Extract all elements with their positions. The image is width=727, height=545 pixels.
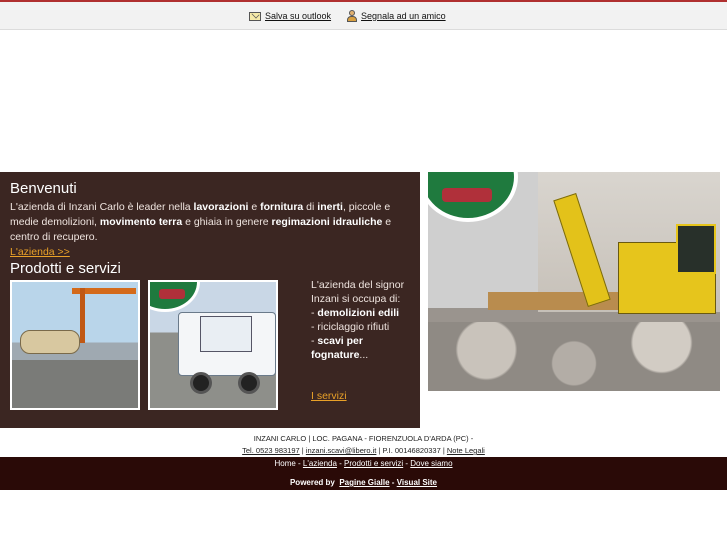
welcome-heading: Benvenuti — [10, 180, 77, 197]
top-toolbar: Salva su outlook Segnala ad un amico — [0, 0, 727, 30]
save-outlook-link[interactable]: Salva su outlook — [249, 11, 331, 21]
nav-separator: - — [295, 459, 303, 468]
powered-by: Powered by Pagine Gialle - Visual Site — [0, 478, 727, 487]
excavator-cab — [676, 224, 716, 274]
nav-products[interactable]: Prodotti e servizi — [344, 459, 403, 468]
list-item: riciclaggio rifiuti — [317, 321, 390, 333]
company-link[interactable]: L'azienda >> — [10, 246, 70, 258]
welcome-text-part: e ghiaia in genere — [182, 216, 272, 228]
welcome-text-part: di — [303, 201, 318, 213]
list-item: scavi per fognature — [311, 335, 363, 361]
truck-wheel — [190, 372, 212, 394]
person-icon — [347, 10, 358, 22]
welcome-text-part: e — [248, 201, 261, 213]
company-badge — [150, 282, 200, 312]
powered-separator: - — [389, 478, 397, 487]
welcome-text-part: L'azienda di Inzani Carlo è leader nella — [10, 201, 194, 213]
report-friend-link[interactable]: Segnala ad un amico — [347, 10, 446, 22]
list-item: demolizioni edili — [317, 307, 400, 319]
list-ellipsis: ... — [359, 349, 369, 361]
pagine-gialle-link[interactable]: Pagine Gialle — [339, 478, 389, 487]
powered-label: Powered by — [289, 478, 335, 487]
welcome-keyword: lavorazioni — [193, 201, 249, 213]
company-badge — [428, 172, 518, 222]
welcome-keyword: regimazioni idrauliche — [271, 216, 383, 228]
crane-leg — [80, 288, 85, 343]
footer-contacts: Tel. 0523 983197 | inzani.scavi@libero.i… — [0, 445, 727, 457]
vat-number: | P.I. 00146820337 | — [376, 446, 447, 455]
tank-wagon — [20, 330, 80, 354]
hero-excavator-photo — [428, 172, 720, 391]
footer-bar: Home - L'azienda - Prodotti e servizi - … — [0, 457, 727, 490]
welcome-keyword: inerti — [317, 201, 343, 213]
content-panel: Benvenuti L'azienda di Inzani Carlo è le… — [0, 172, 420, 428]
footer-nav: Home - L'azienda - Prodotti e servizi - … — [0, 457, 727, 469]
nav-separator: - — [336, 459, 345, 468]
welcome-keyword: movimento terra — [99, 216, 183, 228]
outlook-icon — [249, 11, 261, 21]
toolbar-links: Salva su outlook Segnala ad un amico — [249, 10, 446, 22]
truck-cab — [200, 316, 252, 352]
footer-info: INZANI CARLO | LOC. PAGANA - FIORENZUOLA… — [0, 433, 727, 457]
legal-notes-link[interactable]: Note Legali — [447, 446, 485, 455]
footer-address: INZANI CARLO | LOC. PAGANA - FIORENZUOLA… — [253, 434, 474, 443]
company-logo — [159, 289, 185, 299]
email-link[interactable]: inzani.scavi@libero.it — [306, 446, 377, 455]
welcome-text: L'azienda di Inzani Carlo è leader nella… — [10, 200, 410, 260]
welcome-keyword: fornitura — [260, 201, 304, 213]
nav-company[interactable]: L'azienda — [303, 459, 337, 468]
rubble-pile — [428, 322, 720, 391]
save-outlook-label: Salva su outlook — [265, 11, 332, 21]
phone-link[interactable]: Tel. 0523 983197 — [242, 446, 300, 455]
visual-site-link[interactable]: Visual Site — [397, 478, 437, 487]
products-description: L'azienda del signor Inzani si occupa di… — [311, 278, 415, 362]
products-intro: L'azienda del signor Inzani si occupa di… — [311, 279, 405, 305]
report-friend-label: Segnala ad un amico — [361, 11, 446, 21]
nav-home[interactable]: Home — [274, 459, 295, 468]
thumbnail-truck[interactable] — [148, 280, 278, 410]
truck-wheel — [238, 372, 260, 394]
services-link[interactable]: I servizi — [311, 390, 347, 402]
thumbnail-rail-loading[interactable] — [10, 280, 140, 410]
company-logo — [442, 188, 492, 202]
products-heading: Prodotti e servizi — [10, 260, 121, 277]
nav-location[interactable]: Dove siamo — [410, 459, 452, 468]
